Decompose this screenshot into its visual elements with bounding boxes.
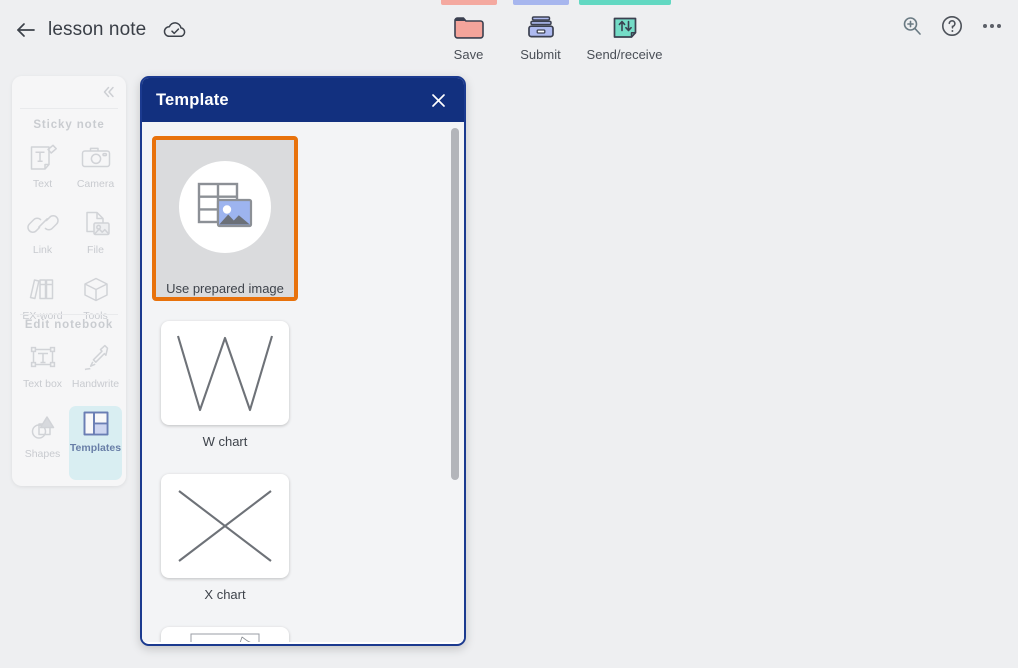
sidebar-item-shapes[interactable]: Shapes	[16, 408, 69, 480]
template-item-w-chart[interactable]: W chart	[152, 315, 298, 454]
japan-map-boundaries-icon	[161, 627, 289, 642]
template-grid: Use prepared image W chart X chart	[142, 122, 447, 642]
tools-box-icon	[69, 270, 122, 310]
double-chevron-left-icon[interactable]	[96, 80, 120, 104]
sidebar-group-title-edit-notebook: Edit notebook	[24, 319, 114, 331]
camera-icon	[69, 138, 122, 178]
submit-accent-bar	[512, 0, 569, 5]
submit-button[interactable]: Submit	[512, 0, 569, 62]
sidebar-item-label: Handwrite	[71, 378, 120, 390]
tool-sidebar: Sticky note Text Camera Link File EX-wor…	[12, 76, 126, 486]
sidebar-item-text-box[interactable]: Text box	[16, 338, 69, 404]
file-image-icon	[69, 204, 122, 244]
sidebar-item-label: Shapes	[24, 448, 61, 460]
templates-grid-icon	[69, 406, 122, 442]
template-item-label: W chart	[202, 434, 248, 449]
ellipsis-icon[interactable]	[978, 12, 1006, 40]
marker-pen-icon	[69, 338, 122, 378]
template-item-use-prepared-image[interactable]: Use prepared image	[152, 136, 298, 301]
help-circle-icon[interactable]	[938, 12, 966, 40]
template-item-label: X chart	[204, 587, 246, 602]
folder-icon	[440, 8, 497, 48]
sidebar-item-link[interactable]: Link	[16, 204, 69, 270]
ellipsis-dot	[990, 24, 994, 28]
vertical-scrollbar-thumb[interactable]	[451, 128, 459, 480]
sidebar-item-label: Link	[32, 244, 53, 256]
save-accent-bar	[440, 0, 497, 5]
ellipsis-dot	[997, 24, 1001, 28]
back-arrow-icon[interactable]	[12, 16, 40, 44]
sidebar-item-text[interactable]: Text	[16, 138, 69, 204]
sidebar-item-label: Text box	[22, 378, 63, 390]
template-dialog: Template Use prepared image W chart X ch…	[140, 76, 466, 646]
x-chart-icon	[161, 474, 289, 578]
send-receive-button[interactable]: Send/receive	[577, 0, 672, 62]
template-item-map-japan-boundaries[interactable]: Map of Japan (with boundaries)	[152, 621, 298, 642]
sidebar-item-label: File	[87, 244, 104, 256]
link-chain-icon	[16, 204, 69, 244]
w-chart-icon	[161, 321, 289, 425]
save-button[interactable]: Save	[440, 0, 497, 62]
sidebar-group-title-sticky-note: Sticky note	[33, 119, 105, 131]
close-x-icon[interactable]	[426, 88, 450, 112]
ex-word-books-icon	[16, 270, 69, 310]
template-item-label: Use prepared image	[166, 281, 284, 296]
sidebar-item-label: Text	[32, 178, 53, 190]
zoom-in-icon[interactable]	[898, 12, 926, 40]
submit-button-label: Submit	[520, 47, 561, 62]
send-receive-button-label: Send/receive	[586, 47, 663, 62]
sidebar-divider	[20, 108, 118, 109]
send-receive-accent-bar	[578, 0, 671, 5]
sidebar-item-handwrite[interactable]: Handwrite	[69, 338, 122, 404]
sidebar-divider	[20, 314, 118, 315]
shapes-icon	[16, 408, 69, 448]
text-box-icon	[16, 338, 69, 378]
cloud-check-icon	[162, 17, 188, 43]
top-toolbar: lesson note Save Submit Send/receive	[0, 0, 1018, 72]
sidebar-item-label: Templates	[69, 442, 122, 454]
template-dialog-body: Use prepared image W chart X chart	[142, 122, 464, 642]
save-button-label: Save	[453, 47, 484, 62]
prepared-image-icon	[156, 142, 294, 272]
sidebar-item-templates[interactable]: Templates	[69, 406, 122, 480]
template-item-x-chart[interactable]: X chart	[152, 468, 298, 607]
text-sticky-icon	[16, 138, 69, 178]
template-dialog-title: Template	[156, 90, 229, 109]
template-dialog-header: Template	[142, 78, 464, 122]
page-title: lesson note	[48, 19, 147, 40]
sidebar-item-label: Camera	[76, 178, 115, 190]
sidebar-item-file[interactable]: File	[69, 204, 122, 270]
ellipsis-dot	[983, 24, 987, 28]
tray-icon	[512, 8, 569, 48]
icon-circle-background	[179, 161, 271, 253]
sidebar-item-camera[interactable]: Camera	[69, 138, 122, 204]
send-receive-icon	[577, 8, 672, 48]
